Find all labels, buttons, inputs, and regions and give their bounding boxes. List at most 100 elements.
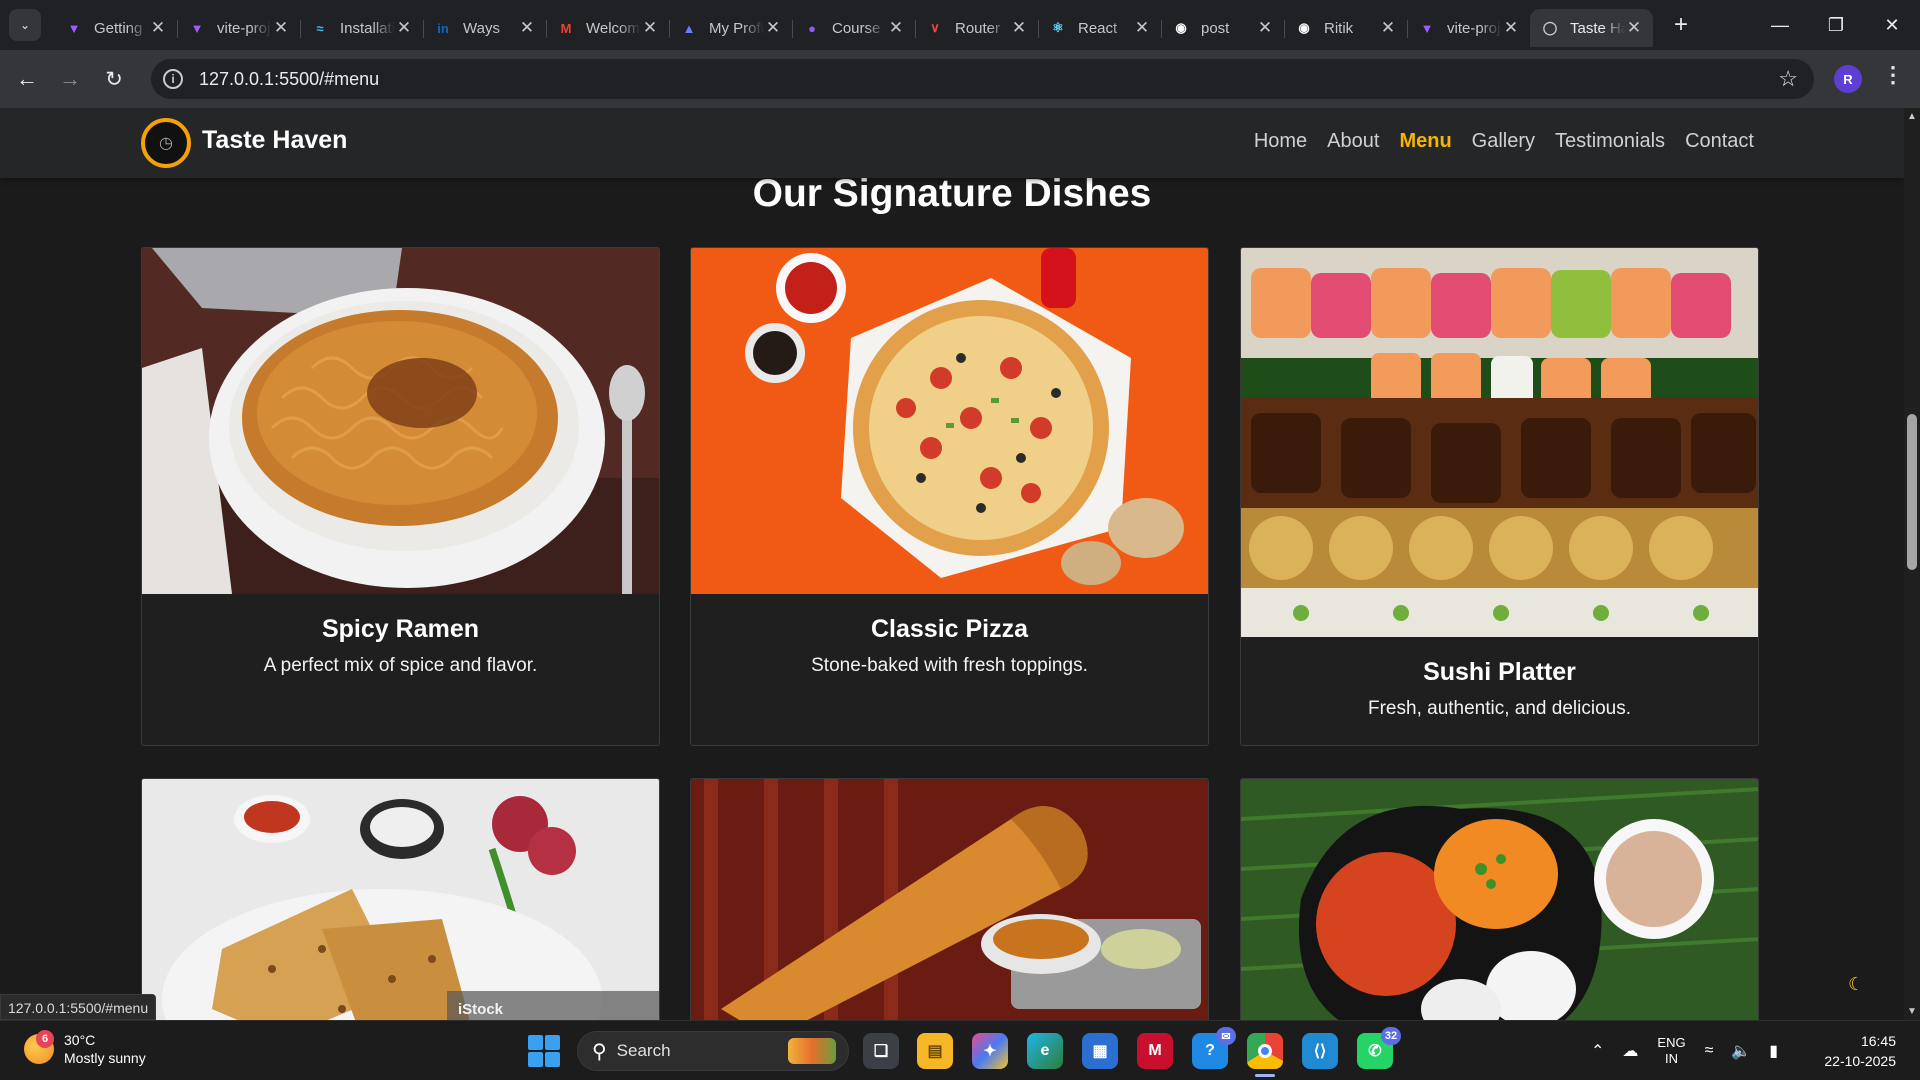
search-highlight-icon <box>788 1038 836 1064</box>
tab-close-icon[interactable]: ✕ <box>395 18 413 38</box>
tab-close-icon[interactable]: ✕ <box>1256 18 1274 38</box>
vite-icon: ▼ <box>1420 20 1434 36</box>
tab-close-icon[interactable]: ✕ <box>1625 18 1643 38</box>
tab-close-icon[interactable]: ✕ <box>518 18 536 38</box>
clock-date: 22-10-2025 <box>1824 1053 1896 1069</box>
page-scrollbar[interactable]: ▲ ▼ <box>1904 108 1920 1020</box>
github-icon: ◉ <box>1175 20 1187 35</box>
volume-icon[interactable]: 🔈 <box>1731 1041 1751 1061</box>
mcafee-icon[interactable]: M <box>1137 1033 1173 1069</box>
tab-close-icon[interactable]: ✕ <box>641 18 659 38</box>
dish-card: Classic Pizza Stone-baked with fresh top… <box>690 247 1209 746</box>
start-button[interactable] <box>528 1035 560 1067</box>
site-info-icon[interactable]: i <box>163 69 183 89</box>
battery-icon[interactable]: ▮ <box>1769 1041 1778 1061</box>
browser-tab[interactable]: ◯ Taste Haven✕ <box>1530 9 1653 47</box>
browser-tab[interactable]: ▲ My Profile✕ <box>669 9 792 47</box>
sun-icon: 6 <box>24 1030 54 1064</box>
vscode-icon[interactable]: ⟨⟩ <box>1302 1033 1338 1069</box>
nav-link-menu[interactable]: Menu <box>1399 130 1451 153</box>
theme-toggle-moon-icon[interactable]: ☾ <box>1848 974 1870 996</box>
browser-tab[interactable]: ≈ Installation✕ <box>300 9 423 47</box>
browser-tab[interactable]: M Welcome✕ <box>546 9 669 47</box>
tab-title: Ritik <box>1324 19 1354 37</box>
minimize-button[interactable]: — <box>1752 0 1808 50</box>
logo-icon[interactable]: ◷ <box>141 118 191 168</box>
reload-button[interactable]: ↻ <box>94 59 134 99</box>
site-navbar: ◷ Taste Haven Home About Menu Gallery Testim… <box>0 108 1904 178</box>
tab-title: Router <box>955 19 1001 37</box>
whatsapp-badge: 32 <box>1381 1027 1401 1045</box>
pizza-image <box>691 248 1208 594</box>
tab-close-icon[interactable]: ✕ <box>149 18 167 38</box>
tab-title: Getting Started <box>94 19 149 37</box>
mail-icon[interactable]: ? ✉ <box>1192 1027 1236 1069</box>
profile-icon: ▲ <box>682 20 696 36</box>
tab-close-icon[interactable]: ✕ <box>1502 18 1520 38</box>
copilot-icon[interactable]: ✦ <box>972 1033 1008 1069</box>
brand-name[interactable]: Taste Haven <box>202 126 347 155</box>
tray-chevron-icon[interactable]: ⌃ <box>1591 1041 1604 1061</box>
weather-widget[interactable]: 6 30°C Mostly sunny <box>24 1030 146 1067</box>
tab-close-icon[interactable]: ✕ <box>272 18 290 38</box>
language-indicator[interactable]: ENG IN <box>1657 1035 1685 1067</box>
browser-tab[interactable]: ◉ Ritik ✕ <box>1284 9 1407 47</box>
dish-name: Sushi Platter <box>1423 658 1576 686</box>
clock[interactable]: 16:45 22-10-2025 <box>1824 1031 1896 1071</box>
nav-links: Home About Menu Gallery Testimonials Contact <box>1254 130 1754 153</box>
edge-icon[interactable]: e <box>1027 1033 1063 1069</box>
chrome-icon[interactable] <box>1247 1033 1283 1077</box>
bookmark-star-icon[interactable]: ☆ <box>1778 66 1798 92</box>
nav-link-home[interactable]: Home <box>1254 130 1307 153</box>
tab-close-icon[interactable]: ✕ <box>1133 18 1151 38</box>
nav-link-testimonials[interactable]: Testimonials <box>1555 130 1665 153</box>
browser-tab[interactable]: in Ways ✕ <box>423 9 546 47</box>
vite-icon: ▼ <box>67 20 81 36</box>
search-label: Search <box>616 1041 671 1060</box>
scroll-down-arrow-icon[interactable]: ▼ <box>1904 1006 1920 1017</box>
taskbar-search[interactable]: ⚲ Search <box>577 1031 849 1071</box>
browser-menu-button[interactable]: ⋮ <box>1880 62 1906 88</box>
forward-button[interactable]: → <box>50 59 90 99</box>
dish-description: A perfect mix of spice and flavor. <box>263 655 538 676</box>
github-icon: ◉ <box>1298 20 1310 35</box>
back-button[interactable]: ← <box>7 59 47 99</box>
new-tab-button[interactable]: + <box>1667 11 1695 39</box>
tab-title: Course <box>832 19 881 37</box>
tab-close-icon[interactable]: ✕ <box>887 18 905 38</box>
tab-close-icon[interactable]: ✕ <box>1379 18 1397 38</box>
restore-button[interactable]: ❐ <box>1808 0 1864 50</box>
browser-tab[interactable]: ◉ post ✕ <box>1161 9 1284 47</box>
browser-tab[interactable]: ● Course ✕ <box>792 9 915 47</box>
tab-close-icon[interactable]: ✕ <box>1010 18 1028 38</box>
scroll-up-arrow-icon[interactable]: ▲ <box>1904 111 1920 122</box>
browser-tab[interactable]: ▼ vite-project✕ <box>1407 9 1530 47</box>
profile-avatar[interactable]: R <box>1834 65 1862 93</box>
weather-badge: 6 <box>36 1030 54 1048</box>
address-bar[interactable]: i 127.0.0.1:5500/#menu ☆ <box>151 59 1814 99</box>
scrollbar-thumb[interactable] <box>1907 414 1917 570</box>
browser-tab[interactable]: ∨ Router ✕ <box>915 9 1038 47</box>
task-view-icon[interactable]: ❑ <box>863 1033 899 1069</box>
gmail-icon: M <box>560 20 572 36</box>
lang-region: IN <box>1664 1051 1678 1066</box>
onedrive-cloud-icon[interactable]: ☁ <box>1622 1041 1638 1061</box>
nav-link-about[interactable]: About <box>1327 130 1379 153</box>
close-window-button[interactable]: ✕ <box>1864 0 1920 50</box>
tab-search-button[interactable]: ⌄ <box>9 9 41 41</box>
window-controls: — ❐ ✕ <box>1752 0 1920 50</box>
browser-tab[interactable]: ▼ Getting Started✕ <box>54 9 177 47</box>
tab-title: post <box>1201 19 1230 37</box>
nav-link-gallery[interactable]: Gallery <box>1472 130 1535 153</box>
wifi-icon[interactable]: ≈ <box>1705 1042 1714 1060</box>
browser-tab[interactable]: ⚛ React ✕ <box>1038 9 1161 47</box>
file-explorer-icon[interactable]: ▤ <box>917 1033 953 1069</box>
tab-close-icon[interactable]: ✕ <box>764 18 782 38</box>
dish-name: Spicy Ramen <box>321 615 479 643</box>
microsoft-store-icon[interactable]: ▦ <box>1082 1033 1118 1069</box>
browser-tab[interactable]: ▼ vite-project✕ <box>177 9 300 47</box>
url-text[interactable]: 127.0.0.1:5500/#menu <box>199 69 379 90</box>
whatsapp-icon[interactable]: ✆ 32 <box>1357 1027 1401 1069</box>
tab-title: My Profile <box>709 19 764 37</box>
nav-link-contact[interactable]: Contact <box>1685 130 1754 153</box>
